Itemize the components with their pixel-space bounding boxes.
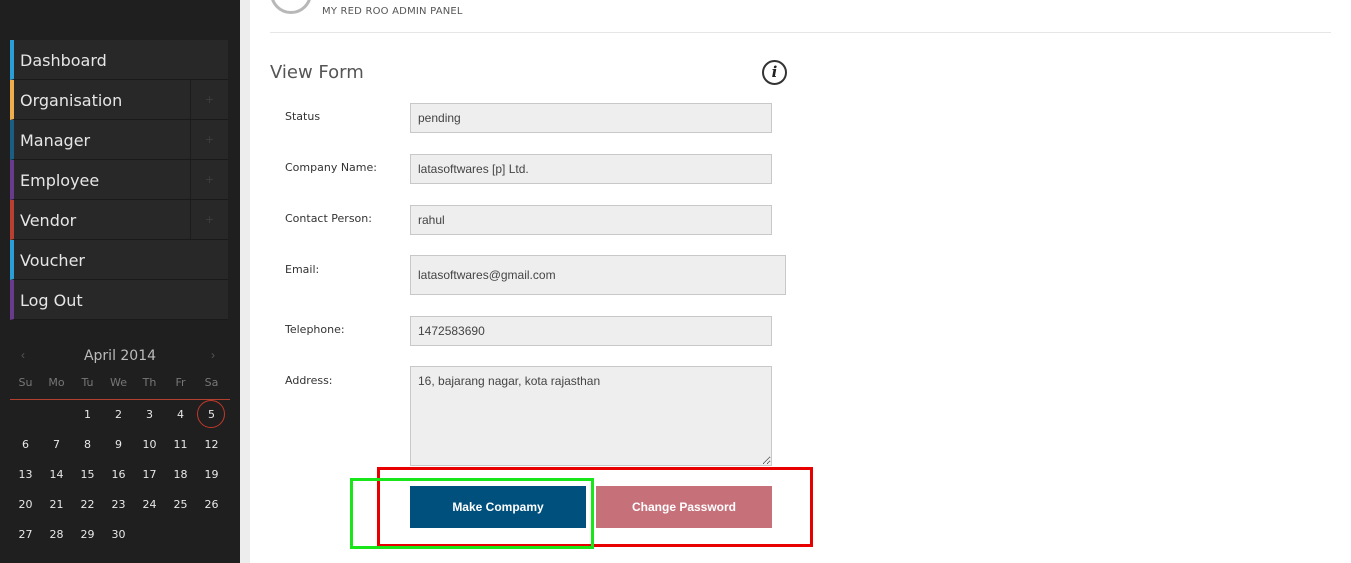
sidebar-item-voucher[interactable]: Voucher bbox=[10, 240, 228, 280]
contact-person-label: Contact Person: bbox=[285, 212, 372, 225]
page-title: View Form bbox=[270, 62, 364, 83]
sidebar-item-label: Dashboard bbox=[20, 51, 107, 70]
calendar-day[interactable]: 16 bbox=[103, 468, 134, 481]
calendar-day[interactable]: 8 bbox=[72, 438, 103, 451]
chevron-right-icon[interactable]: › bbox=[211, 348, 215, 362]
calendar-day-grid: 1 2 3 4 5 6 7 8 9 10 11 12 13 14 15 16 17 18 19 20 21 22 23 24 2… bbox=[10, 400, 230, 560]
telephone-field[interactable] bbox=[410, 316, 772, 346]
calendar-day[interactable]: 25 bbox=[165, 498, 196, 511]
calendar-day[interactable]: 30 bbox=[103, 528, 134, 541]
calendar-day[interactable]: 2 bbox=[103, 408, 134, 421]
calendar-weekday-row: Su Mo Tu We Th Fr Sa bbox=[10, 376, 230, 400]
address-field[interactable]: 16, bajarang nagar, kota rajasthan bbox=[410, 366, 772, 466]
sidebar: Dashboard Organisation + Manager + Emplo… bbox=[0, 0, 240, 563]
calendar-day[interactable]: 13 bbox=[10, 468, 41, 481]
sidebar-item-vendor[interactable]: Vendor + bbox=[10, 200, 228, 240]
calendar-day[interactable]: 11 bbox=[165, 438, 196, 451]
panel-subtitle: MY RED ROO ADMIN PANEL bbox=[322, 6, 463, 17]
plus-icon[interactable]: + bbox=[190, 120, 228, 159]
header-divider bbox=[270, 32, 1331, 33]
calendar-day[interactable]: 18 bbox=[165, 468, 196, 481]
sidebar-item-dashboard[interactable]: Dashboard bbox=[10, 40, 228, 80]
calendar-day[interactable]: 3 bbox=[134, 408, 165, 421]
plus-icon[interactable]: + bbox=[190, 200, 228, 239]
calendar-day[interactable]: 28 bbox=[41, 528, 72, 541]
plus-icon[interactable]: + bbox=[190, 80, 228, 119]
calendar-day[interactable]: 22 bbox=[72, 498, 103, 511]
annotation-green-box bbox=[350, 478, 594, 549]
calendar-day[interactable]: 17 bbox=[134, 468, 165, 481]
calendar-weekday: Fr bbox=[175, 376, 186, 389]
sidebar-item-label: Employee bbox=[20, 171, 100, 190]
calendar-day[interactable]: 9 bbox=[103, 438, 134, 451]
calendar-weekday: Tu bbox=[81, 376, 94, 389]
plus-icon[interactable]: + bbox=[190, 160, 228, 199]
address-label: Address: bbox=[285, 374, 333, 387]
calendar-day[interactable]: 5 bbox=[196, 408, 227, 421]
calendar-header: ‹ April 2014 › bbox=[10, 346, 230, 368]
logo-icon bbox=[270, 0, 312, 14]
calendar-weekday: Th bbox=[142, 376, 157, 389]
calendar-day[interactable]: 27 bbox=[10, 528, 41, 541]
calendar-day[interactable]: 29 bbox=[72, 528, 103, 541]
company-name-label: Company Name: bbox=[285, 161, 377, 174]
calendar-day[interactable]: 24 bbox=[134, 498, 165, 511]
sidebar-item-employee[interactable]: Employee + bbox=[10, 160, 228, 200]
calendar-day[interactable]: 20 bbox=[10, 498, 41, 511]
company-name-field[interactable] bbox=[410, 154, 772, 184]
sidebar-edge bbox=[240, 0, 250, 563]
calendar-day[interactable]: 6 bbox=[10, 438, 41, 451]
sidebar-item-label: Organisation bbox=[20, 91, 123, 110]
sidebar-item-manager[interactable]: Manager + bbox=[10, 120, 228, 160]
calendar-weekday: We bbox=[110, 376, 127, 389]
calendar-day[interactable]: 1 bbox=[72, 408, 103, 421]
calendar-weekday: Su bbox=[18, 376, 33, 389]
telephone-label: Telephone: bbox=[285, 323, 345, 336]
calendar-day[interactable]: 19 bbox=[196, 468, 227, 481]
status-label: Status bbox=[285, 110, 321, 123]
calendar-day[interactable]: 4 bbox=[165, 408, 196, 421]
email-field[interactable] bbox=[410, 255, 786, 295]
calendar-day[interactable]: 14 bbox=[41, 468, 72, 481]
sidebar-item-label: Log Out bbox=[20, 291, 83, 310]
calendar-weekday: Mo bbox=[48, 376, 65, 389]
calendar-widget: ‹ April 2014 › Su Mo Tu We Th Fr Sa 1234567891… bbox=[10, 346, 230, 560]
status-field[interactable] bbox=[410, 103, 772, 133]
contact-person-field[interactable] bbox=[410, 205, 772, 235]
sidebar-item-label: Voucher bbox=[20, 251, 85, 270]
calendar-weekday: Sa bbox=[204, 376, 219, 389]
sidebar-item-logout[interactable]: Log Out bbox=[10, 280, 228, 320]
calendar-day[interactable]: 26 bbox=[196, 498, 227, 511]
sidebar-item-label: Vendor bbox=[20, 211, 77, 230]
sidebar-item-organisation[interactable]: Organisation + bbox=[10, 80, 228, 120]
sidebar-nav: Dashboard Organisation + Manager + Emplo… bbox=[10, 40, 228, 320]
sidebar-item-label: Manager bbox=[20, 131, 91, 150]
calendar-day[interactable]: 23 bbox=[103, 498, 134, 511]
calendar-day[interactable]: 7 bbox=[41, 438, 72, 451]
email-label: Email: bbox=[285, 263, 320, 276]
calendar-day[interactable]: 15 bbox=[72, 468, 103, 481]
calendar-day[interactable]: 12 bbox=[196, 438, 227, 451]
calendar-day[interactable]: 10 bbox=[134, 438, 165, 451]
info-icon[interactable]: i bbox=[762, 60, 787, 85]
calendar-day[interactable]: 21 bbox=[41, 498, 72, 511]
calendar-month-title: April 2014 bbox=[83, 348, 157, 364]
